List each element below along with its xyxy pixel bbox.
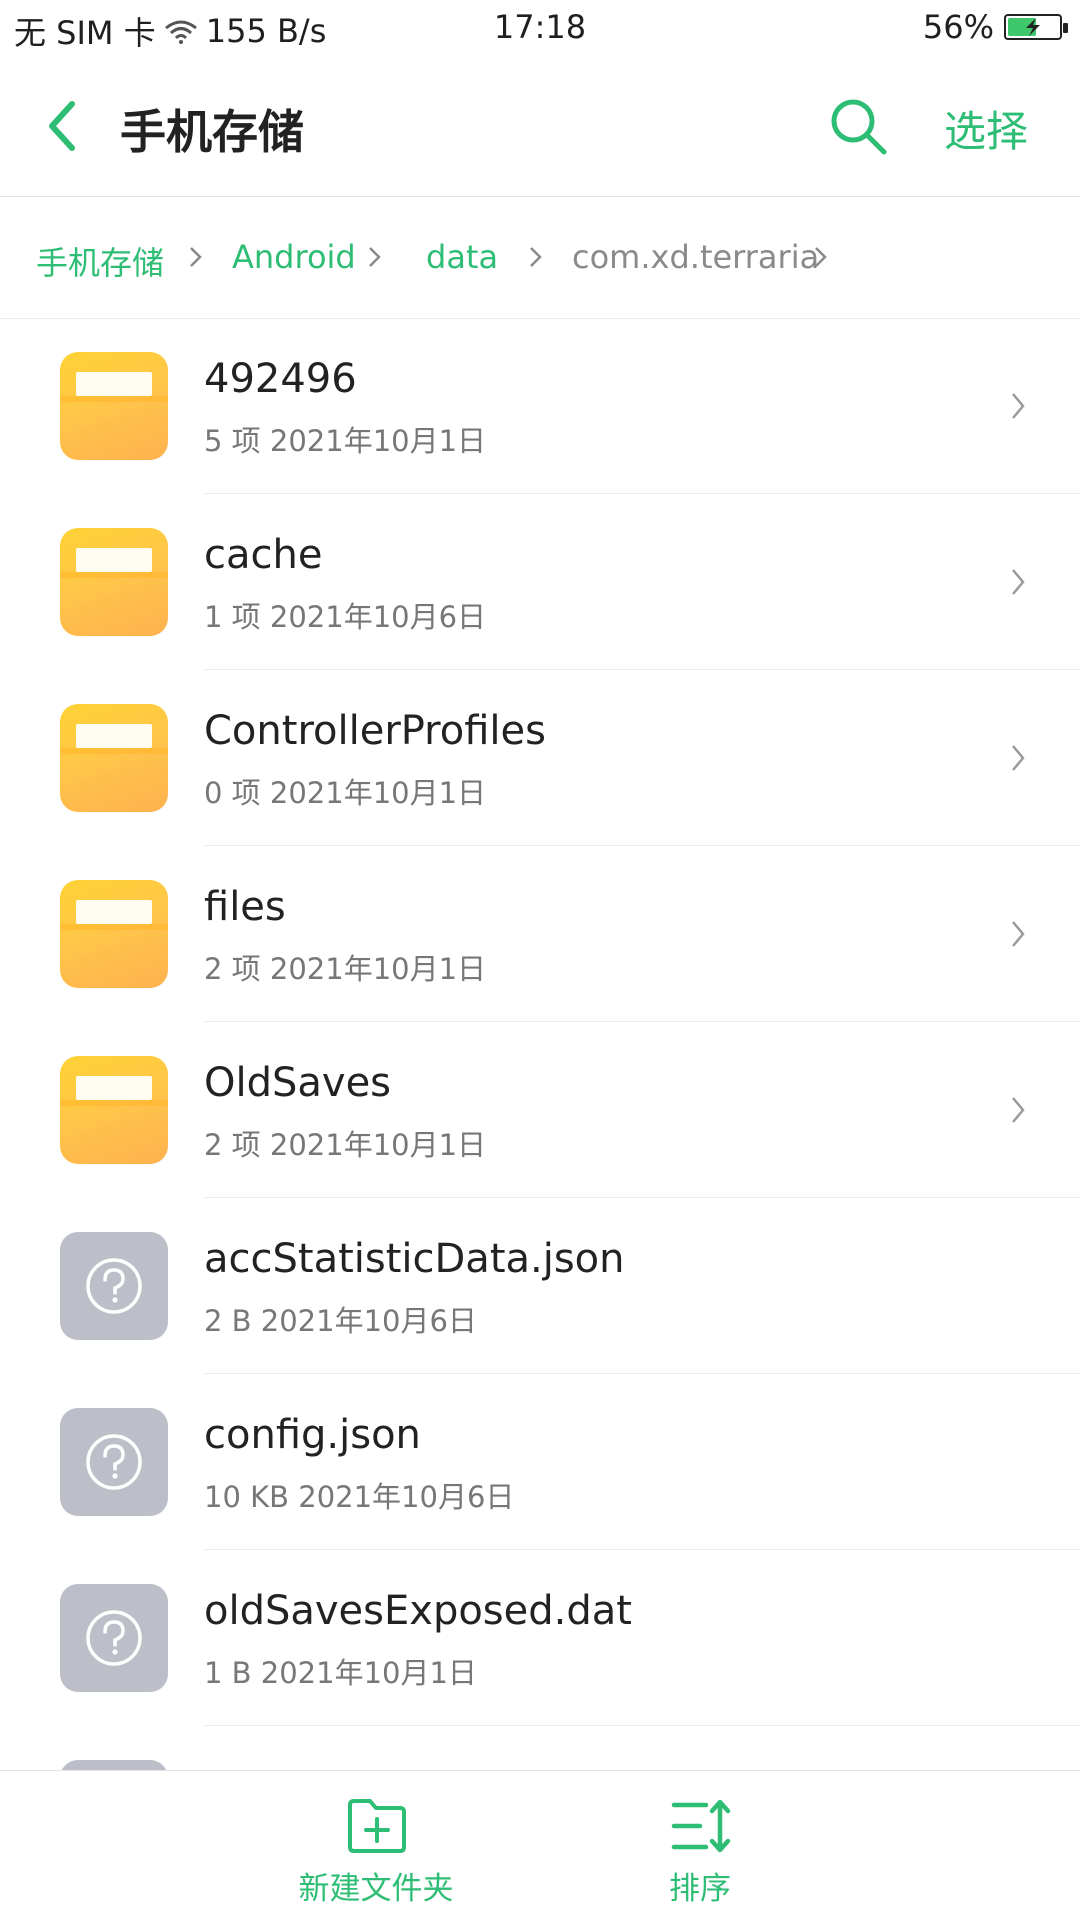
unknown-file-icon bbox=[60, 1232, 168, 1340]
chevron-left-icon bbox=[49, 101, 75, 151]
chevron-right-icon bbox=[1012, 921, 1025, 947]
status-right: 56% bbox=[922, 8, 1068, 46]
folder-icon bbox=[60, 704, 168, 812]
file-meta: 1 项 2021年10月6日 bbox=[204, 600, 487, 634]
chevron-right-icon bbox=[369, 247, 381, 267]
list-item-partial[interactable] bbox=[0, 1726, 1080, 1770]
file-name: OldSaves bbox=[204, 1060, 392, 1106]
battery-icon bbox=[1004, 14, 1068, 40]
list-item[interactable]: config.json 10 KB 2021年10月6日 bbox=[0, 1374, 1080, 1550]
folder-icon bbox=[60, 1056, 168, 1164]
file-name: ControllerProfiles bbox=[204, 708, 546, 754]
breadcrumb: 手机存储 Android data com.xd.terraria bbox=[0, 196, 1080, 319]
chevron-right-icon bbox=[1012, 1097, 1025, 1123]
back-button[interactable] bbox=[38, 94, 88, 158]
list-item[interactable]: OldSaves 2 项 2021年10月1日 bbox=[0, 1022, 1080, 1198]
file-meta: 2 项 2021年10月1日 bbox=[204, 1128, 487, 1162]
new-folder-label: 新建文件夹 bbox=[298, 1871, 454, 1907]
chevron-right-icon bbox=[1012, 393, 1025, 419]
list-item[interactable]: files 2 项 2021年10月1日 bbox=[0, 846, 1080, 1022]
file-name: config.json bbox=[204, 1412, 421, 1458]
sort-label: 排序 bbox=[669, 1871, 731, 1907]
file-meta: 5 项 2021年10月1日 bbox=[204, 424, 487, 458]
file-name: oldSavesExposed.dat bbox=[204, 1588, 632, 1634]
chevron-right-icon bbox=[1012, 745, 1025, 771]
list-item[interactable]: 492496 5 项 2021年10月1日 bbox=[0, 318, 1080, 494]
search-button[interactable] bbox=[826, 94, 892, 160]
file-name: files bbox=[204, 884, 286, 930]
folder-plus-icon bbox=[348, 1799, 406, 1853]
breadcrumb-item-current[interactable]: com.xd.terraria bbox=[572, 238, 819, 276]
chevron-right-icon bbox=[815, 247, 827, 267]
list-item[interactable]: ControllerProfiles 0 项 2021年10月1日 bbox=[0, 670, 1080, 846]
file-list: 492496 5 项 2021年10月1日 cache 1 项 2021年10月… bbox=[0, 318, 1080, 1770]
unknown-file-icon bbox=[60, 1584, 168, 1692]
list-item[interactable]: accStatisticData.json 2 B 2021年10月6日 bbox=[0, 1198, 1080, 1374]
breadcrumb-item-data[interactable]: data bbox=[426, 238, 498, 276]
unknown-file-icon bbox=[60, 1408, 168, 1516]
question-mark-icon bbox=[86, 1258, 142, 1314]
question-mark-icon bbox=[86, 1434, 142, 1490]
sort-button[interactable]: 排序 bbox=[630, 1771, 770, 1921]
file-meta: 1 B 2021年10月1日 bbox=[204, 1656, 477, 1690]
folder-icon bbox=[60, 528, 168, 636]
battery-percent: 56% bbox=[922, 8, 994, 46]
file-meta: 2 项 2021年10月1日 bbox=[204, 952, 487, 986]
list-item[interactable]: cache 1 项 2021年10月6日 bbox=[0, 494, 1080, 670]
breadcrumb-item-storage[interactable]: 手机存储 bbox=[36, 238, 164, 284]
new-folder-button[interactable]: 新建文件夹 bbox=[276, 1771, 476, 1921]
charging-bolt-icon bbox=[1026, 18, 1040, 36]
list-item[interactable]: oldSavesExposed.dat 1 B 2021年10月1日 bbox=[0, 1550, 1080, 1726]
sort-icon bbox=[671, 1799, 731, 1853]
folder-icon bbox=[60, 352, 168, 460]
chevron-right-icon bbox=[530, 247, 542, 267]
chevron-right-icon bbox=[190, 247, 202, 267]
search-icon bbox=[831, 99, 887, 155]
bottom-toolbar: 新建文件夹 排序 bbox=[0, 1770, 1080, 1921]
status-bar: 无 SIM 卡 155 B/s 17:18 56% bbox=[0, 0, 1080, 56]
folder-icon bbox=[60, 880, 168, 988]
chevron-right-icon bbox=[1012, 569, 1025, 595]
breadcrumb-item-android[interactable]: Android bbox=[232, 238, 356, 276]
file-name: accStatisticData.json bbox=[204, 1236, 625, 1282]
file-meta: 2 B 2021年10月6日 bbox=[204, 1304, 477, 1338]
file-name: 492496 bbox=[204, 356, 357, 402]
file-meta: 10 KB 2021年10月6日 bbox=[204, 1480, 515, 1514]
file-meta: 0 项 2021年10月1日 bbox=[204, 776, 487, 810]
clock: 17:18 bbox=[493, 8, 587, 46]
page-title: 手机存储 bbox=[120, 105, 304, 159]
file-name: cache bbox=[204, 532, 323, 578]
app-header: 手机存储 选择 bbox=[0, 56, 1080, 197]
unknown-file-icon bbox=[60, 1760, 168, 1770]
question-mark-icon bbox=[86, 1610, 142, 1666]
select-button[interactable]: 选择 bbox=[944, 98, 1028, 159]
